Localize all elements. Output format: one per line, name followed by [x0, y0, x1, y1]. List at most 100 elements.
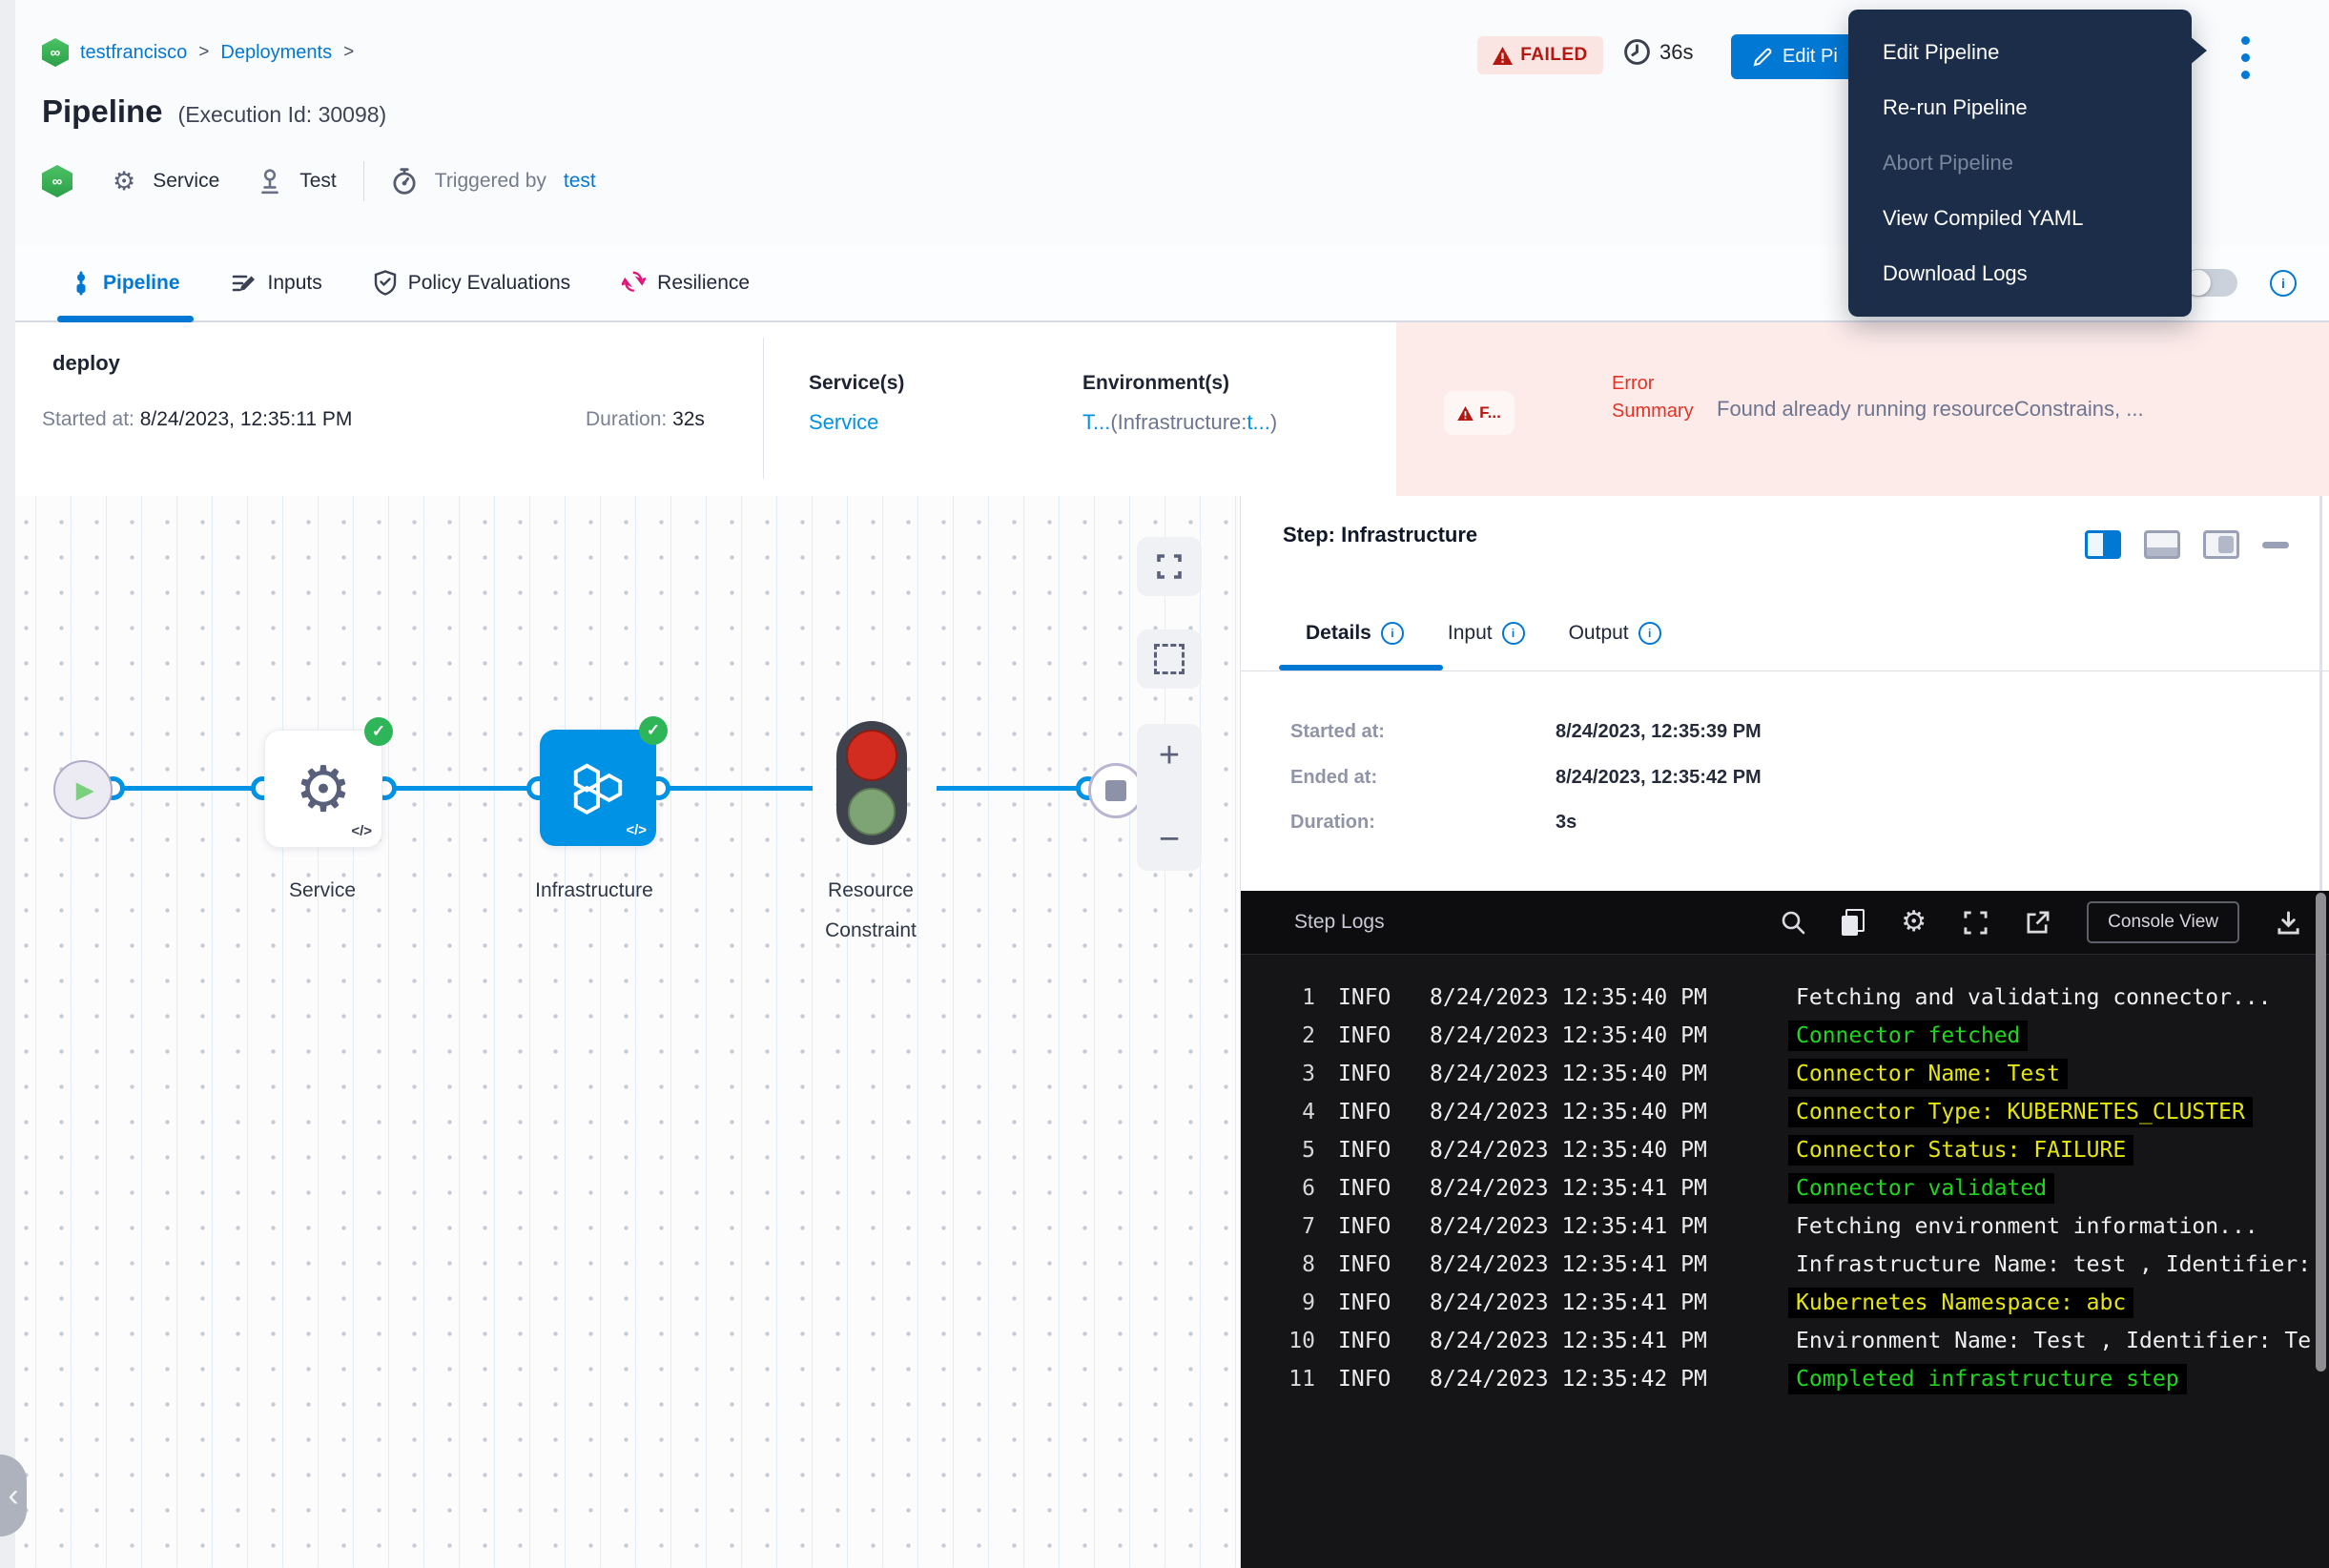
start-node[interactable]: ▶: [53, 760, 113, 819]
log-level: INFO: [1338, 1252, 1391, 1277]
service-name: Service: [153, 170, 219, 193]
menu-item-view-compiled-yaml[interactable]: View Compiled YAML: [1848, 191, 2192, 246]
title-row: Pipeline (Execution Id: 30098): [42, 93, 386, 130]
log-line-number: 3: [1269, 1062, 1315, 1086]
log-row: 4INFO8/24/2023 12:35:40 PMConnector Type…: [1241, 1093, 2329, 1131]
triggered-by-user-link[interactable]: test: [564, 170, 596, 193]
execution-id: (Execution Id: 30098): [178, 102, 387, 128]
layout-bottom-split-icon[interactable]: [2144, 530, 2180, 559]
download-icon[interactable]: [2276, 910, 2301, 936]
warning-icon: [1457, 406, 1474, 421]
ended-at-value: 8/24/2023, 12:35:42 PM: [1556, 767, 1762, 789]
error-summary-label-line2: Summary: [1612, 401, 1694, 422]
log-message: Connector validated: [1788, 1173, 2054, 1204]
scrollbar-thumb[interactable]: [2316, 893, 2326, 1372]
log-row: 9INFO8/24/2023 12:35:41 PMKubernetes Nam…: [1241, 1284, 2329, 1322]
log-timestamp: 8/24/2023 12:35:40 PM: [1430, 1100, 1758, 1124]
copy-icon[interactable]: [1842, 909, 1865, 936]
console-view-button[interactable]: Console View: [2087, 901, 2239, 943]
info-icon[interactable]: i: [1502, 622, 1525, 645]
stage-duration-value: 32s: [672, 408, 705, 430]
log-line-number: 5: [1269, 1138, 1315, 1163]
stage-name: deploy: [52, 351, 120, 376]
layout-right-split-icon[interactable]: [2085, 530, 2121, 559]
breadcrumb-deployments-link[interactable]: Deployments: [220, 42, 332, 64]
tab-details[interactable]: Details i: [1306, 595, 1404, 671]
menu-item-edit-pipeline[interactable]: Edit Pipeline: [1848, 25, 2192, 80]
environment-link[interactable]: T...: [1082, 410, 1110, 434]
stage-duration: Duration: 32s: [586, 408, 705, 431]
tab-policy-evaluations[interactable]: Policy Evaluations: [374, 245, 570, 320]
tab-resilience[interactable]: Resilience: [622, 245, 750, 320]
tab-input[interactable]: Input i: [1448, 595, 1525, 671]
user-icon: [258, 168, 282, 195]
log-level: INFO: [1338, 1290, 1391, 1315]
log-line-number: 6: [1269, 1176, 1315, 1201]
log-timestamp: 8/24/2023 12:35:41 PM: [1430, 1252, 1758, 1277]
failed-mini-badge-text: F...: [1479, 403, 1501, 423]
canvas-select-button[interactable]: [1137, 629, 1202, 689]
step-panel-title: Step: Infrastructure: [1283, 523, 1477, 547]
info-icon[interactable]: i: [2270, 270, 2297, 297]
tab-inputs[interactable]: Inputs: [232, 245, 322, 320]
tab-output[interactable]: Output i: [1569, 595, 1661, 671]
failed-mini-badge: F...: [1444, 391, 1515, 435]
total-duration-value: 36s: [1659, 40, 1693, 65]
service-step-node[interactable]: ⚙ </> ✓: [264, 730, 382, 848]
step-details-panel: Step: Infrastructure Details i Input i O…: [1240, 496, 2329, 1568]
tab-pipeline[interactable]: Pipeline: [71, 245, 180, 320]
panel-layout-controls: [2085, 530, 2289, 559]
log-row: 1INFO8/24/2023 12:35:40 PMFetching and v…: [1241, 979, 2329, 1017]
pipeline-execution-canvas: ▶ ⚙ </> ✓ </> ✓ Service Infrastructure R…: [0, 496, 1240, 1568]
error-summary-label-line1: Error: [1612, 373, 1654, 394]
stage-started-value: 8/24/2023, 12:35:11 PM: [140, 408, 353, 430]
more-options-kebab-icon[interactable]: [2241, 36, 2251, 79]
fullscreen-icon[interactable]: [1963, 910, 1989, 936]
duration-label: Duration:: [1290, 812, 1375, 833]
canvas-fullscreen-button[interactable]: [1137, 537, 1202, 596]
log-level: INFO: [1338, 1214, 1391, 1239]
duration-value: 3s: [1556, 812, 1577, 834]
breadcrumb-project-link[interactable]: testfrancisco: [80, 42, 187, 64]
edge-start-service: [113, 786, 262, 791]
view-toggle[interactable]: [2184, 269, 2237, 297]
infrastructure-link[interactable]: t...: [1247, 410, 1269, 434]
infrastructure-hexagons-icon: [568, 758, 628, 817]
menu-item-download-logs[interactable]: Download Logs: [1848, 246, 2192, 301]
log-line-number: 10: [1269, 1329, 1315, 1353]
resource-constraint-node[interactable]: [836, 721, 907, 845]
search-icon[interactable]: [1781, 910, 1805, 935]
layout-floating-icon[interactable]: [2203, 530, 2239, 559]
detail-row-started: Started at: 8/24/2023, 12:35:39 PM: [1290, 721, 1385, 743]
log-row: 11INFO8/24/2023 12:35:42 PMCompleted inf…: [1241, 1360, 2329, 1398]
tab-input-label: Input: [1448, 622, 1493, 645]
zoom-in-button[interactable]: +: [1159, 737, 1180, 774]
environment-paren: (Infrastructure:: [1110, 410, 1247, 434]
marquee-select-icon: [1154, 644, 1185, 674]
open-external-icon[interactable]: [2025, 910, 2051, 936]
info-icon[interactable]: i: [1381, 622, 1404, 645]
log-message: Connector fetched: [1788, 1021, 2028, 1051]
collapse-panel-handle[interactable]: ‹: [0, 1455, 27, 1537]
service-link[interactable]: Service: [809, 410, 878, 435]
menu-item-rerun-pipeline[interactable]: Re-run Pipeline: [1848, 80, 2192, 135]
shield-check-icon: [374, 270, 397, 296]
log-timestamp: 8/24/2023 12:35:41 PM: [1430, 1329, 1758, 1353]
warning-icon: [1493, 47, 1513, 65]
log-message: Environment Name: Test , Identifier: Te: [1788, 1326, 2319, 1356]
service-gear-icon: ⚙: [113, 169, 135, 195]
cd-module-icon: ∞: [42, 38, 69, 67]
log-timestamp: 8/24/2023 12:35:40 PM: [1430, 985, 1758, 1010]
menu-item-abort-pipeline: Abort Pipeline: [1848, 135, 2192, 191]
edge-infrastructure-constraint: [658, 786, 813, 791]
log-settings-gear-icon[interactable]: ⚙: [1901, 908, 1927, 937]
zoom-out-button[interactable]: −: [1159, 821, 1180, 857]
log-row: 8INFO8/24/2023 12:35:41 PMInfrastructure…: [1241, 1246, 2329, 1284]
node-label-infrastructure: Infrastructure: [486, 871, 702, 911]
info-icon[interactable]: i: [1639, 622, 1661, 645]
infrastructure-step-node[interactable]: </> ✓: [540, 730, 656, 846]
log-row: 2INFO8/24/2023 12:35:40 PMConnector fetc…: [1241, 1017, 2329, 1055]
log-timestamp: 8/24/2023 12:35:41 PM: [1430, 1290, 1758, 1315]
minimize-panel-icon[interactable]: [2262, 542, 2289, 548]
end-node[interactable]: [1088, 763, 1144, 818]
